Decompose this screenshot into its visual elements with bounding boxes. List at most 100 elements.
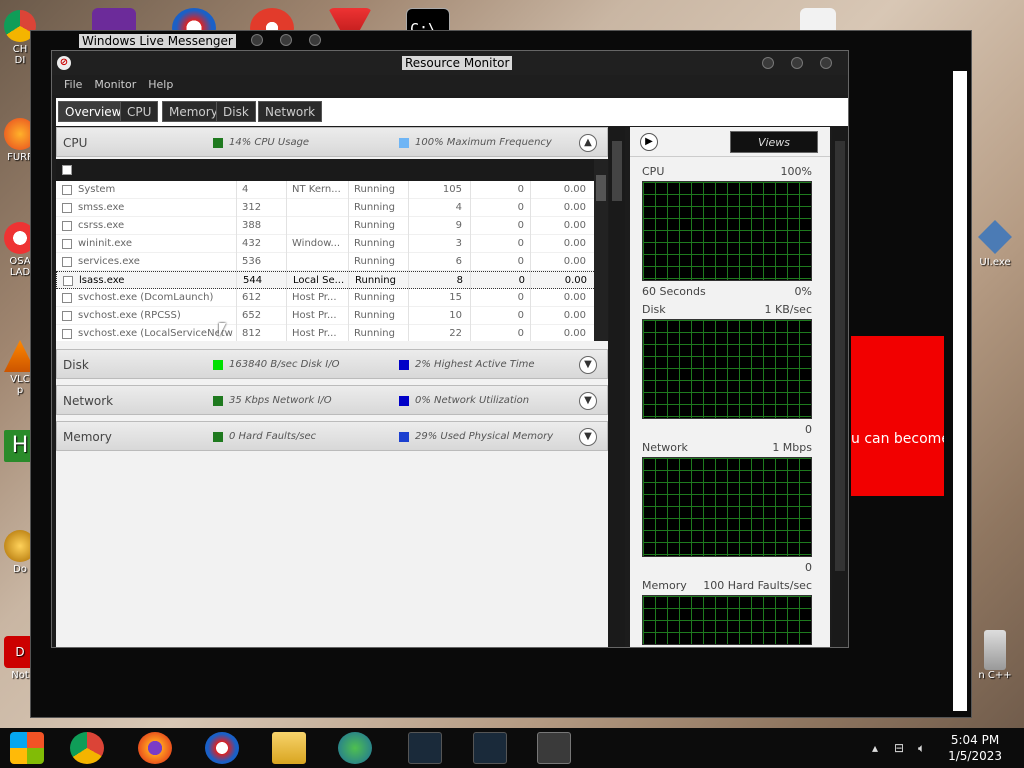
tab-network[interactable]: Network <box>258 101 323 122</box>
resource-monitor-taskbar-icon[interactable] <box>537 732 571 764</box>
table-row[interactable]: smss.exe 312 Running 4 0 0.00 <box>56 199 608 217</box>
row-checkbox[interactable] <box>62 293 72 303</box>
cpu-usage-stat: 14% CPU Usage <box>229 137 310 148</box>
overview-pane: CPU 14% CPU Usage 100% Maximum Frequency… <box>56 127 608 647</box>
side-panel <box>953 71 967 711</box>
close-button[interactable] <box>820 57 832 69</box>
row-checkbox[interactable] <box>62 185 72 195</box>
chevron-down-icon[interactable]: ▼ <box>579 356 597 374</box>
section-title: Network <box>63 394 114 408</box>
process-description: Host Pr... <box>292 328 337 339</box>
process-status: Running <box>354 184 395 195</box>
process-status: Running <box>355 275 396 286</box>
table-row[interactable]: services.exe 536 Running 6 0 0.00 <box>56 253 608 271</box>
table-row[interactable]: svchost.exe (LocalServiceNetw... 812 Host … <box>56 325 608 341</box>
views-button[interactable]: Views <box>730 131 818 153</box>
scroll-thumb[interactable] <box>612 141 622 201</box>
max-frequency-stat: 100% Maximum Frequency <box>415 137 552 148</box>
memory-section-header[interactable]: Memory 0 Hard Faults/sec 29% Used Physic… <box>56 421 608 451</box>
process-status: Running <box>354 238 395 249</box>
window-title: Windows Live Messenger <box>79 34 236 48</box>
row-checkbox[interactable] <box>62 221 72 231</box>
process-name: svchost.exe (LocalServiceNetw... <box>78 328 233 339</box>
table-row[interactable]: svchost.exe (DcomLaunch) 612 Host Pr... Run… <box>56 289 608 307</box>
row-checkbox[interactable] <box>62 257 72 267</box>
select-all-checkbox[interactable] <box>62 165 72 175</box>
process-name: wininit.exe <box>78 238 133 249</box>
process-name: svchost.exe (DcomLaunch) <box>78 292 214 303</box>
menu-monitor[interactable]: Monitor <box>88 75 142 95</box>
graphs-scrollbar[interactable] <box>832 127 848 647</box>
table-scrollbar[interactable] <box>594 159 608 341</box>
desktop-icon-right[interactable]: UI.exe <box>975 220 1015 268</box>
tab-cpu[interactable]: CPU <box>120 101 159 122</box>
process-pid: 812 <box>242 328 262 339</box>
network-app-icon[interactable] <box>408 732 442 764</box>
process-avg-cpu: 0.00 <box>563 328 586 339</box>
process-cpu: 0 <box>517 328 524 339</box>
scroll-thumb[interactable] <box>835 141 845 571</box>
process-description: NT Kern... <box>292 184 341 195</box>
table-row[interactable]: csrss.exe 388 Running 9 0 0.00 <box>56 217 608 235</box>
taskbar: ▴ ⊟ 🔈︎ 5:04 PM 1/5/2023 <box>0 728 1024 768</box>
process-avg-cpu: 0.00 <box>563 184 586 195</box>
chevron-up-icon[interactable]: ▲ <box>579 134 597 152</box>
network-graph <box>642 457 812 557</box>
cpu-graph-label: CPU 100% <box>642 165 812 178</box>
ad-banner[interactable]: u can become <box>851 336 944 496</box>
network-section-header[interactable]: Network 35 Kbps Network I/O 0% Network U… <box>56 385 608 415</box>
graph-min: 0 <box>805 423 812 436</box>
title-bar[interactable]: ⊘ Resource Monitor <box>52 51 848 75</box>
row-checkbox[interactable] <box>63 276 73 286</box>
chrome-icon[interactable] <box>70 732 104 764</box>
clock-time: 5:04 PM <box>950 733 1000 747</box>
menu-help[interactable]: Help <box>142 75 179 95</box>
row-checkbox[interactable] <box>62 203 72 213</box>
minimize-button[interactable] <box>251 34 263 46</box>
section-title: CPU <box>63 136 88 150</box>
table-row[interactable]: lsass.exe 544 Local Se... Running 8 0 0.00 <box>56 271 608 289</box>
process-threads: 105 <box>442 184 462 195</box>
desktop-icon-right[interactable]: n C++ <box>975 630 1015 681</box>
row-checkbox[interactable] <box>62 311 72 321</box>
messenger-icon[interactable] <box>338 732 372 764</box>
tab-overview[interactable]: Overview <box>58 101 129 122</box>
tab-disk[interactable]: Disk <box>216 101 256 122</box>
network-io-stat: 35 Kbps Network I/O <box>229 395 332 406</box>
firefox-icon[interactable] <box>138 732 172 764</box>
network-tray-icon[interactable]: ⊟ <box>894 741 904 755</box>
graph-max: 1 Mbps <box>772 441 812 454</box>
disk-section-header[interactable]: Disk 163840 B/sec Disk I/O 2% Highest Ac… <box>56 349 608 379</box>
maximize-button[interactable] <box>791 57 803 69</box>
table-row[interactable]: System 4 NT Kern... Running 105 0 0.00 <box>56 181 608 199</box>
scroll-thumb[interactable] <box>596 175 606 201</box>
minimize-button[interactable] <box>762 57 774 69</box>
overview-scrollbar[interactable] <box>609 127 625 647</box>
table-row[interactable]: svchost.exe (RPCSS) 652 Host Pr... Running 1… <box>56 307 608 325</box>
app-icon[interactable] <box>205 732 239 764</box>
volume-icon[interactable]: 🔈︎ <box>918 741 925 756</box>
process-avg-cpu: 0.00 <box>564 275 587 286</box>
graph-title: Disk <box>642 303 666 316</box>
menu-file[interactable]: File <box>58 75 88 95</box>
cpu-graph-footer: 60 Seconds 0% <box>642 285 812 298</box>
row-checkbox[interactable] <box>62 239 72 249</box>
chevron-down-icon[interactable]: ▼ <box>579 428 597 446</box>
clock[interactable]: 5:04 PM 1/5/2023 <box>948 732 1002 764</box>
mouse-cursor <box>219 323 226 337</box>
network-app-icon[interactable] <box>473 732 507 764</box>
row-checkbox[interactable] <box>62 329 72 339</box>
resource-monitor-window[interactable]: ⊘ Resource Monitor File Monitor Help Ove… <box>51 50 849 648</box>
chevron-up-icon[interactable]: ▴ <box>872 741 878 755</box>
table-row[interactable]: wininit.exe 432 Window... Running 3 0 0.00 <box>56 235 608 253</box>
maximize-button[interactable] <box>280 34 292 46</box>
start-button[interactable] <box>10 732 44 764</box>
graph-min: 0 <box>805 561 812 574</box>
chevron-down-icon[interactable]: ▼ <box>579 392 597 410</box>
chevron-right-icon[interactable]: ▶ <box>640 133 658 151</box>
close-button[interactable] <box>309 34 321 46</box>
cpu-section-header[interactable]: CPU 14% CPU Usage 100% Maximum Frequency… <box>56 127 608 157</box>
graphs-pane: ▶ Views CPU 100% 60 Seconds 0% Disk 1 KB… <box>630 127 830 647</box>
file-explorer-icon[interactable] <box>272 732 306 764</box>
disk-io-swatch <box>213 360 223 370</box>
